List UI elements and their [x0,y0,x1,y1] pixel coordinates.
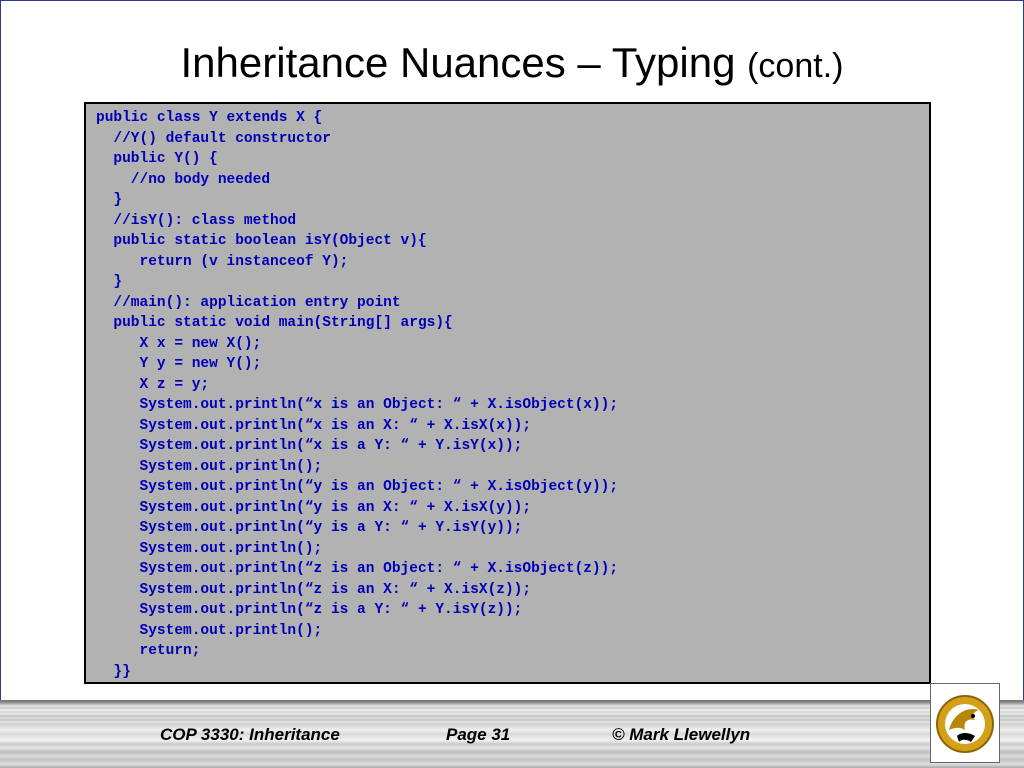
code-line: System.out.println(“y is an X: “ + X.isX… [96,499,532,516]
code-line: System.out.println(“y is a Y: “ + Y.isY(… [96,520,523,536]
code-block: public class Y extends X { //Y() default… [84,102,931,684]
pegasus-logo-icon [930,683,1000,763]
code-line: //isY(): class method [96,212,297,229]
footer-bar [0,700,1024,768]
code-line: Y y = new Y(); [96,356,262,372]
code-line: System.out.println(“y is an Object: “ + … [96,479,619,495]
code-line: System.out.println(); [96,540,323,557]
code-line: System.out.println(“z is a Y: “ + Y.isY(… [96,602,523,618]
code-line: return; [96,643,201,659]
code-line: //no body needed [96,171,271,188]
code-line: System.out.println(“x is an Object: “ + … [96,397,619,413]
slide-title-main: Inheritance Nuances – Typing [180,39,736,86]
code-line: public static boolean isY(Object v){ [96,233,427,249]
code-line: }} [96,663,131,680]
footer-course: COP 3330: Inheritance [160,725,340,744]
footer-copyright: © Mark Llewellyn [612,725,751,744]
footer-page-number: Page 31 [446,725,511,744]
slide-title: Inheritance Nuances – Typing (cont.) [0,42,1024,84]
slide-title-suffix: (cont.) [747,47,844,85]
code-line: public class Y extends X { [96,110,323,126]
code-line: X z = y; [96,376,210,393]
code-line: System.out.println(); [96,622,323,639]
code-line: public static void main(String[] args){ [96,315,453,331]
code-line: return (v instanceof Y); [96,253,349,270]
code-line: //main(): application entry point [96,294,401,311]
code-line: X x = new X(); [96,335,262,352]
code-line: public Y() { [96,151,218,167]
code-listing: public class Y extends X { //Y() default… [96,108,618,682]
code-line: //Y() default constructor [96,130,331,147]
code-line: } [96,274,123,290]
code-line: System.out.println(); [96,458,323,475]
code-line: System.out.println(“z is an Object: “ + … [96,561,619,577]
code-line: System.out.println(“x is a Y: “ + Y.isY(… [96,438,523,454]
code-line: } [96,192,123,208]
code-line: System.out.println(“z is an X: “ + X.isX… [96,581,532,598]
code-line: System.out.println(“x is an X: “ + X.isX… [96,417,532,434]
